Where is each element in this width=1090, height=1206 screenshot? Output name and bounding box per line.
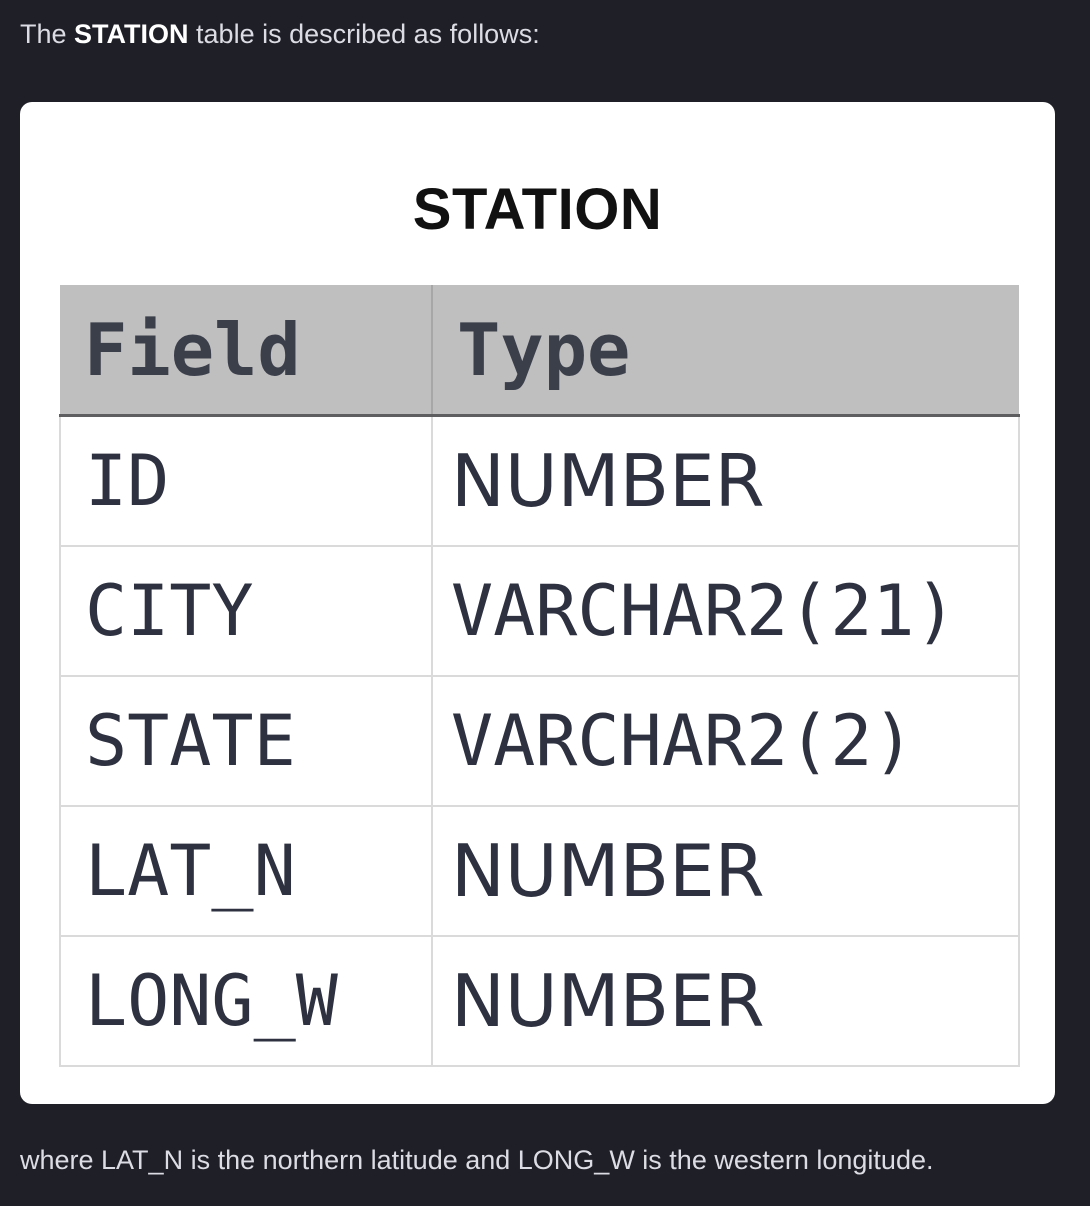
outro-text: where LAT_N is the northern latitude and…	[20, 1145, 934, 1175]
field-cell: LONG_W	[59, 936, 433, 1067]
table-title: STATION	[412, 177, 663, 242]
table-row: STATE VARCHAR2(2)	[59, 676, 1020, 807]
intro-table-name: STATION	[74, 19, 189, 49]
field-cell: CITY	[59, 546, 433, 677]
field-cell: LAT_N	[59, 806, 433, 937]
intro-suffix: table is described as follows:	[188, 19, 540, 49]
table-row: LONG_W NUMBER	[59, 936, 1020, 1067]
table-row: LAT_N NUMBER	[59, 806, 1020, 937]
type-cell: NUMBER	[431, 806, 1020, 937]
type-cell: NUMBER	[431, 936, 1020, 1067]
intro-prefix: The	[20, 19, 75, 49]
type-cell: VARCHAR2(2)	[431, 676, 1020, 807]
type-cell: NUMBER	[431, 415, 1020, 547]
field-cell: STATE	[59, 676, 433, 807]
table-row: CITY VARCHAR2(21)	[59, 546, 1020, 677]
table-header-row: Field Type	[60, 285, 1019, 417]
intro-text: The STATION table is described as follow…	[20, 16, 540, 52]
station-schema-table: Field Type ID NUMBER CITY VARCHAR2(21) S…	[59, 285, 1020, 1067]
field-cell: ID	[59, 415, 433, 547]
header-field: Field	[60, 285, 433, 417]
table-row: ID NUMBER	[59, 415, 1020, 547]
type-cell: VARCHAR2(21)	[431, 546, 1020, 677]
header-type: Type	[432, 285, 1019, 417]
